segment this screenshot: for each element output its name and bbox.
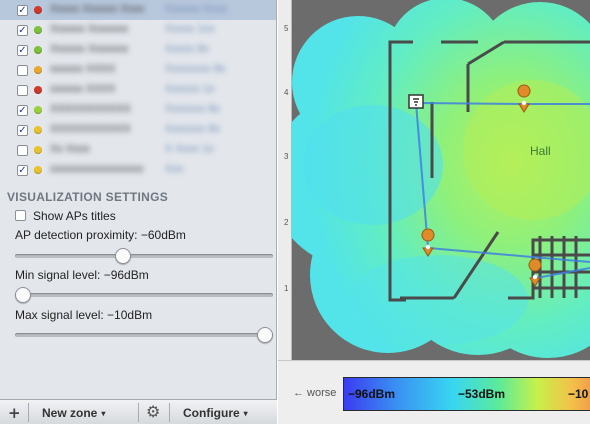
room-label: Hall — [530, 144, 551, 158]
heatmap-canvas: Hall — [278, 0, 590, 358]
ap-name: Xxxxx Xxxxxx Xxxx — [50, 3, 145, 15]
ap-meta: X Xxxx 1x — [165, 143, 214, 155]
ap-list-row[interactable]: Xx Xxxx X Xxxx 1x — [0, 140, 276, 160]
ap-list: ✓ Xxxxx Xxxxxx Xxxx Xxxxxx Xxxx ✓ Xxxxxx Xxx… — [0, 0, 276, 182]
toolbar-divider — [138, 403, 139, 422]
signal-legend: ← worse −96dBm −53dBm −10 — [278, 360, 590, 424]
ap-checkbox[interactable] — [17, 145, 28, 156]
ruler-mark: 3 — [284, 152, 289, 161]
toolbar-divider — [28, 403, 29, 422]
max-signal-slider[interactable] — [15, 327, 274, 343]
status-dot-icon — [34, 26, 42, 34]
ap-name: xxxxxx XXXX — [50, 63, 116, 75]
status-dot-icon — [34, 126, 42, 134]
new-zone-label: New zone — [42, 406, 98, 420]
ap-checkbox[interactable]: ✓ — [17, 125, 28, 136]
ap-checkbox[interactable]: ✓ — [17, 105, 28, 116]
visualization-settings-title: VISUALIZATION SETTINGS — [7, 190, 169, 204]
ap-list-row[interactable]: ✓ XXXXXXXXXXX Xxxxxxx 8x — [0, 100, 276, 120]
checkbox-box[interactable] — [15, 210, 26, 221]
ap-meta: Xxxxxxx 8x — [165, 123, 221, 135]
min-signal-slider-knob[interactable] — [14, 287, 31, 303]
vertical-ruler: 5 4 3 2 1 — [278, 0, 292, 360]
bottom-toolbar: + New zone ▾ ⚙ Configure ▾ — [0, 399, 277, 424]
min-signal-slider[interactable] — [14, 287, 273, 303]
status-dot-icon — [34, 6, 42, 14]
legend-max-label: −10 — [568, 387, 589, 401]
signal-heat-area — [278, 0, 590, 358]
status-dot-icon — [34, 106, 42, 114]
signal-gradient-bar: −96dBm −53dBm −10 — [343, 377, 590, 411]
ap-checkbox[interactable] — [17, 65, 28, 76]
configure-button[interactable]: Configure ▾ — [183, 406, 248, 420]
ap-list-row[interactable]: ✓ Xxxxxx Xxxxxxx Xxxxx 8x — [0, 40, 276, 60]
ap-meta: Xxxxxx Xxxx — [165, 3, 227, 15]
ap-name: XXXXXXXXXXX — [50, 123, 131, 135]
ap-name: xxxxxxxxxxxxxxxxx — [50, 163, 144, 175]
ap-name: Xx Xxxx — [50, 143, 90, 155]
ap-meta: Xxxxx 1xx — [165, 23, 215, 35]
ap-meta: Xxxxxx 1x — [165, 83, 215, 95]
legend-min-label: −96dBm — [348, 387, 396, 401]
chevron-down-icon: ▾ — [243, 409, 248, 418]
worse-label: ← worse — [293, 387, 337, 399]
ap-checkbox[interactable]: ✓ — [17, 165, 28, 176]
min-signal-label: Min signal level: −96dBm — [15, 268, 149, 282]
ap-meta: Xxxxxxx 8x — [165, 103, 221, 115]
status-dot-icon — [34, 66, 42, 74]
add-icon[interactable]: + — [8, 404, 21, 422]
ap-checkbox[interactable]: ✓ — [17, 45, 28, 56]
ap-checkbox[interactable]: ✓ — [17, 5, 28, 16]
new-zone-button[interactable]: New zone ▾ — [42, 406, 105, 420]
ap-list-row[interactable]: ✓ Xxxxx Xxxxxx Xxxx Xxxxxx Xxxx — [0, 0, 276, 20]
status-dot-icon — [34, 166, 42, 174]
ap-name: xxxxxx XXXX — [50, 83, 116, 95]
heatmap-view[interactable]: Hall 5 4 3 2 1 — [278, 0, 590, 360]
ap-meta: Xxxxxxxx 8x — [165, 63, 226, 75]
ap-name: Xxxxxx Xxxxxxx — [50, 23, 129, 35]
configure-label: Configure — [183, 406, 240, 420]
ruler-mark: 2 — [284, 218, 289, 227]
router-icon[interactable] — [408, 94, 424, 109]
status-dot-icon — [34, 146, 42, 154]
ap-list-row[interactable]: xxxxxx XXXX Xxxxxxxx 8x — [0, 60, 276, 80]
ap-detection-slider[interactable] — [15, 248, 273, 264]
ap-name: Xxxxxx Xxxxxxx — [50, 43, 129, 55]
ap-list-row[interactable]: xxxxxx XXXX Xxxxxx 1x — [0, 80, 276, 100]
sidebar: ✓ Xxxxx Xxxxxx Xxxx Xxxxxx Xxxx ✓ Xxxxxx Xxx… — [0, 0, 277, 424]
toolbar-divider — [169, 403, 170, 422]
ap-name: XXXXXXXXXXX — [50, 103, 131, 115]
ap-meta: Xxxxx 8x — [165, 43, 210, 55]
ap-checkbox[interactable] — [17, 85, 28, 96]
ap-meta: Xxx — [165, 163, 184, 175]
ruler-mark: 1 — [284, 284, 289, 293]
legend-mid-label: −53dBm — [458, 387, 506, 401]
ruler-mark: 5 — [284, 24, 289, 33]
ap-detection-slider-knob[interactable] — [115, 248, 132, 264]
ap-list-row[interactable]: ✓ XXXXXXXXXXX Xxxxxxx 8x — [0, 120, 276, 140]
show-ap-titles-label: Show APs titles — [33, 209, 116, 223]
ruler-mark: 4 — [284, 88, 289, 97]
ap-checkbox[interactable]: ✓ — [17, 25, 28, 36]
status-dot-icon — [34, 46, 42, 54]
ap-list-row[interactable]: ✓ Xxxxxx Xxxxxxx Xxxxx 1xx — [0, 20, 276, 40]
gear-icon[interactable]: ⚙ — [146, 402, 160, 421]
ap-detection-label: AP detection proximity: −60dBm — [15, 228, 186, 242]
chevron-down-icon: ▾ — [101, 409, 106, 418]
ap-list-row[interactable]: ✓ xxxxxxxxxxxxxxxxx Xxx — [0, 160, 276, 180]
max-signal-label: Max signal level: −10dBm — [15, 308, 153, 322]
max-signal-slider-knob[interactable] — [257, 327, 274, 343]
status-dot-icon — [34, 86, 42, 94]
